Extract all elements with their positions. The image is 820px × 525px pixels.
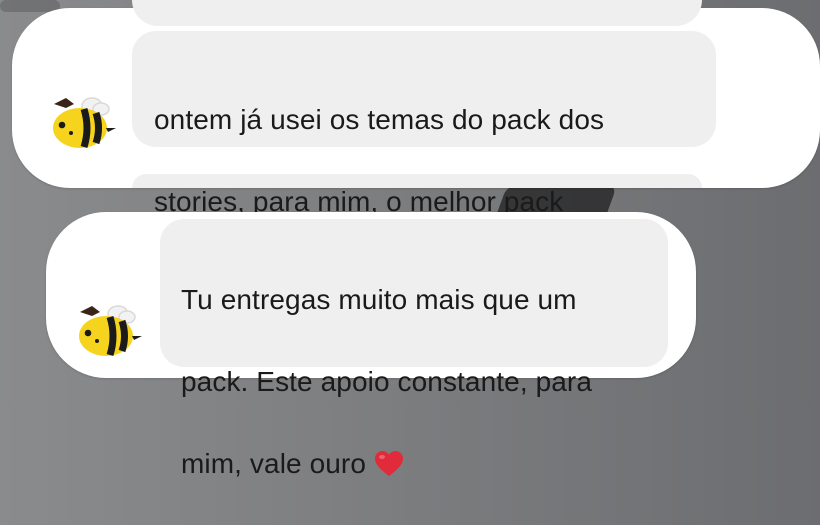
message-text-line: ontem já usei os temas do pack dos [154,104,605,135]
previous-message-bubble [132,0,702,26]
message-text-line-with-emoji: mim, vale ouro [181,443,668,484]
bee-icon [53,97,116,149]
message-bubble[interactable]: Tu entregas muito mais que um pack. Este… [160,219,668,479]
message-text-line: pack. Este apoio constante, para [181,366,593,397]
message-text-line: Tu entregas muito mais que um [181,284,577,315]
message-text-line: mim, vale ouro [181,448,367,479]
message-bubble[interactable]: ontem já usei os temas do pack dos stori… [132,31,716,217]
red-heart-icon [375,451,404,476]
next-message-bubble [132,174,702,188]
bee-icon [79,305,142,357]
